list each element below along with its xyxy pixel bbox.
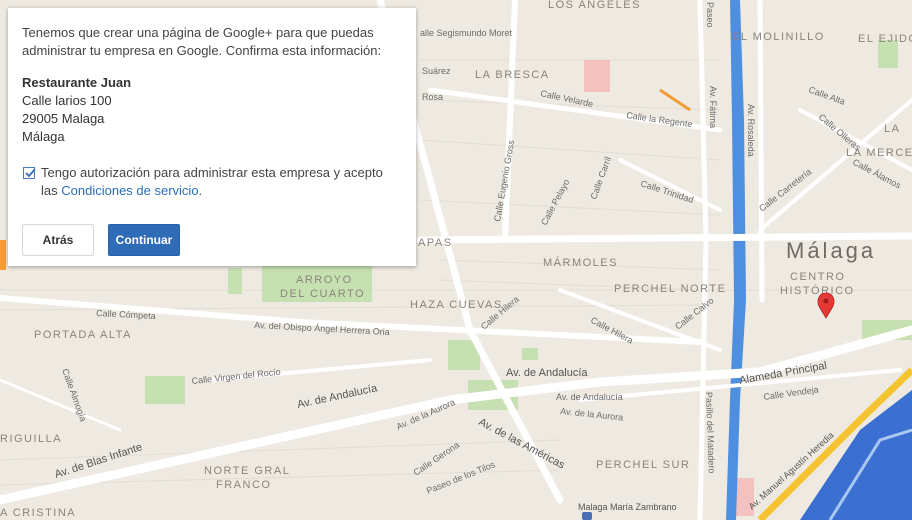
district-label: NORTE GRAL	[204, 465, 290, 477]
edge-road	[0, 240, 6, 270]
street-label: alle Segismundo Moret	[420, 28, 513, 38]
business-name: Restaurante Juan	[22, 75, 132, 90]
district-label: PERCHEL SUR	[596, 459, 690, 471]
district-label: DEL CUARTO	[280, 288, 365, 300]
district-label: PORTADA ALTA	[34, 329, 132, 341]
street-label: Av. de Andalucía	[556, 392, 623, 402]
district-label: LA	[884, 123, 900, 135]
consent-row: Tengo autorización para administrar esta…	[22, 164, 402, 200]
district-label: HISTÓRICO	[780, 284, 855, 297]
business-street: Calle larios 100	[22, 93, 112, 108]
continue-button[interactable]: Continuar	[108, 224, 180, 256]
district-label: A CRISTINA	[0, 507, 76, 519]
street-label: Malaga María Zambrano	[578, 502, 677, 512]
city-label: Málaga	[786, 238, 876, 263]
street-label: Rosa	[422, 92, 443, 102]
street-label: Av. Fátima	[708, 86, 718, 128]
district-label: APAS	[418, 237, 453, 249]
district-label: PERCHEL NORTE	[614, 283, 726, 295]
consent-period: .	[198, 183, 203, 198]
consent-checkbox[interactable]	[23, 167, 36, 179]
district-label: RIGUILLA	[0, 433, 62, 445]
street-label: Av. de Andalucía	[506, 367, 588, 379]
dialog-intro-text: Tenemos que crear una página de Google+ …	[22, 25, 382, 58]
street-label: Suárez	[422, 66, 451, 76]
checkmark-icon	[25, 168, 36, 178]
business-address: Restaurante Juan Calle larios 100 29005 …	[22, 74, 402, 146]
back-button[interactable]: Atrás	[22, 224, 94, 256]
district-label: ARROYO	[296, 274, 353, 286]
district-label: EL EJIDO	[858, 33, 912, 45]
business-postal-city: 29005 Malaga	[22, 111, 105, 126]
district-label: EL MOLINILLO	[732, 31, 825, 43]
consent-text: Tengo autorización para administrar esta…	[41, 164, 402, 200]
district-label: FRANCO	[216, 479, 271, 491]
district-label: LOS ANGELES	[548, 0, 641, 11]
district-label: MÁRMOLES	[543, 256, 618, 269]
district-label: CENTRO	[790, 271, 845, 283]
train-station-icon[interactable]	[582, 512, 592, 520]
dialog-buttons: Atrás Continuar	[22, 224, 402, 256]
district-label: HAZA CUEVAS	[410, 299, 503, 311]
business-region: Málaga	[22, 129, 65, 144]
street-label: Av. Rosaleda	[746, 104, 756, 157]
terms-of-service-link[interactable]: Condiciones de servicio	[61, 183, 198, 198]
street-label: Paseo	[705, 2, 715, 28]
district-label: LA BRESCA	[475, 69, 550, 81]
confirm-business-dialog: Tenemos que crear una página de Google+ …	[8, 8, 416, 266]
